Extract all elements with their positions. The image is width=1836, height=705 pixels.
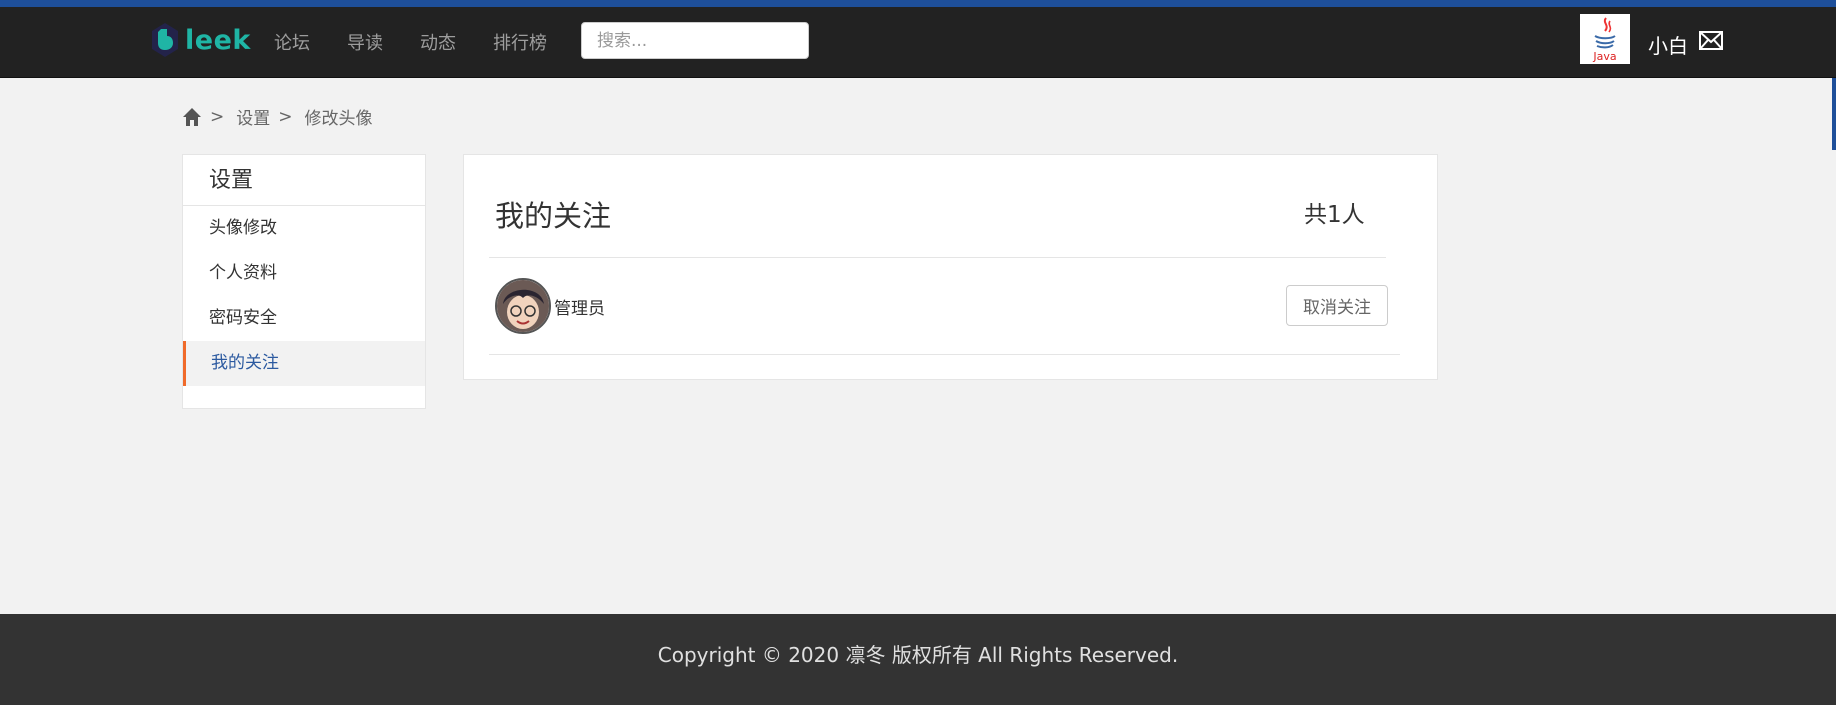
home-icon[interactable] [182, 107, 202, 127]
leek-logo-icon [152, 23, 178, 57]
unfollow-button[interactable]: 取消关注 [1286, 285, 1388, 326]
breadcrumb-item-current: 修改头像 [304, 109, 373, 129]
copyright-text: Copyright © 2020 凛冬 版权所有 All Rights Rese… [657, 643, 1179, 667]
navbar: leek 论坛 导读 动态 排行榜 Java 小白 [0, 7, 1836, 78]
sidebar-title: 设置 [183, 155, 425, 206]
settings-sidebar: 设置 头像修改 个人资料 密码安全 我的关注 [182, 154, 426, 409]
panel-title: 我的关注 [495, 199, 612, 233]
nav-link-ranking[interactable]: 排行榜 [493, 29, 547, 55]
list-item: 管理员 取消关注 [489, 258, 1400, 355]
breadcrumb-item-settings[interactable]: 设置 [236, 104, 270, 129]
brand-name: leek [185, 24, 251, 56]
main-nav: 论坛 导读 动态 排行榜 [274, 29, 584, 55]
breadcrumb: > 设置 > 修改头像 [182, 104, 373, 129]
brand-logo[interactable]: leek [150, 18, 251, 62]
user-avatar-icon [497, 280, 549, 332]
breadcrumb-separator: > [278, 106, 293, 127]
java-logo-icon: Java [1580, 14, 1630, 64]
sidebar-item-following[interactable]: 我的关注 [183, 341, 425, 386]
sidebar-item-password[interactable]: 密码安全 [183, 296, 425, 341]
svg-text:Java: Java [1592, 50, 1616, 63]
following-panel: 我的关注 共1人 管理员 取消关注 [463, 154, 1438, 380]
footer: Copyright © 2020 凛冬 版权所有 All Rights Rese… [0, 614, 1836, 705]
user-avatar[interactable]: Java [1580, 14, 1630, 64]
breadcrumb-separator: > [210, 106, 225, 127]
top-accent-line [0, 0, 1836, 7]
nav-link-activity[interactable]: 动态 [420, 29, 456, 55]
avatar[interactable] [495, 278, 551, 334]
search-input[interactable] [581, 22, 809, 59]
follow-count: 共1人 [1304, 202, 1365, 228]
sidebar-item-profile[interactable]: 个人资料 [183, 251, 425, 296]
username[interactable]: 小白 [1648, 30, 1688, 59]
sidebar-item-avatar[interactable]: 头像修改 [183, 206, 425, 251]
nav-link-forum[interactable]: 论坛 [274, 29, 310, 55]
nav-link-guide[interactable]: 导读 [347, 29, 383, 55]
mail-icon[interactable] [1699, 31, 1723, 50]
follow-username[interactable]: 管理员 [554, 294, 605, 319]
